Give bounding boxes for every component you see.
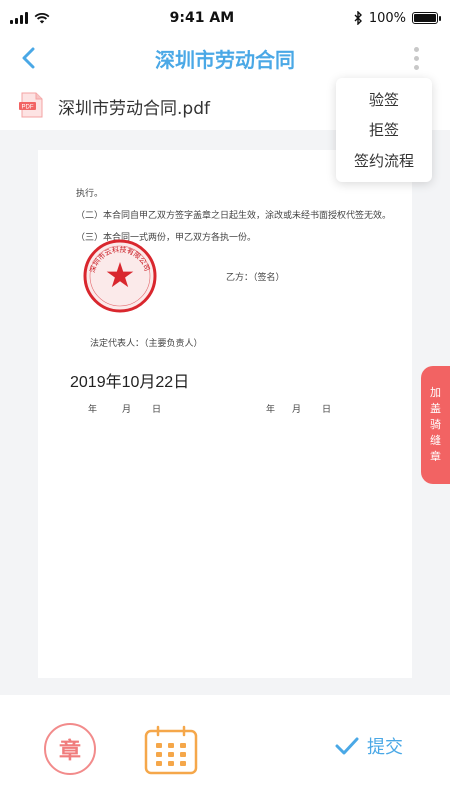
side-tab-char: 章: [430, 450, 441, 463]
side-tab-char: 盖: [430, 402, 441, 415]
status-right: 100%: [354, 11, 450, 26]
cross-page-seal-tab[interactable]: 加 盖 骑 缝 章: [421, 366, 450, 484]
company-seal-stamp: 深圳市云科技有限公司: [83, 239, 157, 313]
menu-item-reject-signature[interactable]: 拒签: [369, 119, 399, 140]
document-page: 执行。 （二）本合同自甲乙双方签字盖章之日起生效，涂改或未经书面授权代签无效。 …: [38, 150, 412, 678]
page-title: 深圳市劳动合同: [155, 47, 295, 72]
wifi-icon: [34, 12, 50, 24]
battery-icon: [411, 12, 441, 24]
cellular-signal-icon: [10, 12, 28, 24]
side-tab-char: 骑: [430, 418, 441, 431]
doc-line: 乙方：（签名）: [226, 273, 285, 283]
date-day-label: 日: [152, 405, 162, 415]
chevron-left-icon: [22, 47, 35, 69]
date-month-label: 月: [122, 405, 132, 415]
svg-text:PDF: PDF: [22, 104, 34, 110]
doc-line: 执行。: [76, 189, 104, 199]
bluetooth-icon: [354, 11, 362, 25]
seal-icon: 章: [58, 739, 81, 764]
file-name: 深圳市劳动合同.pdf: [58, 99, 210, 119]
status-time: 9:41 AM: [169, 10, 235, 26]
submit-label: 提交: [367, 737, 403, 758]
battery-percent: 100%: [368, 10, 406, 26]
pdf-file-icon: PDF: [19, 92, 43, 118]
more-dropdown-menu: 验签 拒签 签约流程: [336, 78, 432, 182]
side-tab-char: 缝: [430, 434, 441, 447]
status-left: [0, 12, 50, 24]
menu-item-verify-signature[interactable]: 验签: [369, 89, 399, 110]
submit-button[interactable]: 提交: [335, 733, 403, 759]
menu-item-signing-flow[interactable]: 签约流程: [354, 150, 414, 171]
date-month-label: 月: [292, 405, 302, 415]
signed-date: 2019年10月22日: [70, 374, 190, 391]
doc-line: （二）本合同自甲乙双方签字盖章之日起生效，涂改或未经书面授权代签无效。: [76, 211, 392, 221]
seal-button[interactable]: 章: [44, 723, 96, 775]
nav-bar: 深圳市劳动合同: [0, 36, 450, 80]
more-vertical-icon: [413, 46, 419, 52]
document-preview-area[interactable]: 执行。 （二）本合同自甲乙双方签字盖章之日起生效，涂改或未经书面授权代签无效。 …: [0, 130, 450, 695]
side-tab-char: 加: [430, 386, 441, 399]
checkmark-icon: [335, 737, 359, 755]
back-button[interactable]: [14, 44, 42, 72]
bottom-toolbar: 章 提交: [0, 695, 450, 800]
date-year-label: 年: [88, 405, 98, 415]
more-menu-button[interactable]: [408, 44, 424, 72]
date-year-label: 年: [266, 405, 276, 415]
doc-line: 法定代表人：（主要负责人）: [90, 339, 203, 349]
calendar-date-button[interactable]: [144, 725, 198, 775]
status-bar: 9:41 AM 100%: [0, 0, 450, 36]
date-day-label: 日: [322, 405, 332, 415]
